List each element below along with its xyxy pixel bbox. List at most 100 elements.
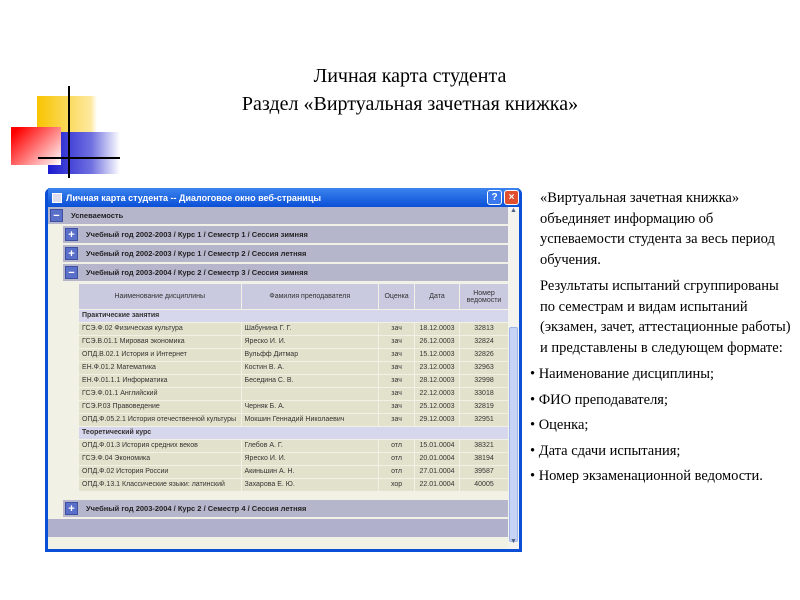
teacher-cell: Захарова Е. Ю. xyxy=(240,478,380,492)
grade-cell: хор xyxy=(378,478,416,492)
date-cell: 15.01.0004 xyxy=(414,439,461,453)
teacher-cell: Мокшин Геннадий Николаевич xyxy=(240,413,380,427)
grade-cell: зач xyxy=(378,335,416,349)
table-row[interactable]: ЕН.Ф.01.1.1 Информатика Беседина С. В. зач… xyxy=(78,374,509,388)
teacher-cell: Яреско И. И. xyxy=(240,452,380,466)
table-row[interactable]: ОПД.Ф.02 История России Акиньшин А. Н. отл… xyxy=(78,465,509,479)
grade-cell: зач xyxy=(378,387,416,401)
group-label: Теоретический курс xyxy=(78,426,509,440)
date-cell: 26.12.0003 xyxy=(414,335,461,349)
description: «Виртуальная зачетная книжка» объединяет… xyxy=(539,188,795,492)
format-item: Наименование дисциплины; xyxy=(530,364,795,385)
sheet-number-cell: 32963 xyxy=(459,361,509,375)
discipline-cell: ГСЭ.Ф.01.1 Английский xyxy=(78,387,242,401)
collapse-icon[interactable]: − xyxy=(65,266,78,279)
scrollbar[interactable]: ▲ ▼ xyxy=(508,207,519,549)
expand-icon[interactable]: + xyxy=(65,228,78,241)
date-cell: 29.12.0003 xyxy=(414,413,461,427)
teacher-cell: Беседина С. В. xyxy=(240,374,380,388)
title-line-2: Раздел «Виртуальная зачетная книжка» xyxy=(241,93,579,115)
table-row[interactable]: ГСЭ.Ф.02 Физическая культура Шабунина Г. … xyxy=(78,322,509,336)
window-title: Личная карта студента -- Диалоговое окно… xyxy=(66,192,322,203)
section-performance[interactable]: − Успеваемость xyxy=(48,207,508,224)
semester-row[interactable]: + Учебный год 2002-2003 / Курс 1 / Семест… xyxy=(63,226,508,243)
date-cell: 27.01.0004 xyxy=(414,465,461,479)
table-row[interactable]: ГСЭ.Р.03 Правоведение Черняк Б. А. зач 25.1… xyxy=(78,400,509,414)
discipline-cell: ОПД.Ф.05.2.1 История отечественной культ… xyxy=(78,413,242,427)
discipline-cell: ЕН.Ф.01.2 Математика xyxy=(78,361,242,375)
grade-cell: зач xyxy=(378,413,416,427)
slide-title: Личная карта студента Раздел «Виртуальна… xyxy=(150,62,670,118)
semester-row[interactable]: + Учебный год 2003-2004 / Курс 2 / Семест… xyxy=(63,500,508,517)
grades-table: Наименование дисциплины Фамилия преподав… xyxy=(78,283,509,492)
sheet-number-cell: 32998 xyxy=(459,374,509,388)
expand-icon[interactable]: + xyxy=(65,502,78,515)
sheet-number-cell: 39587 xyxy=(459,465,509,479)
teacher-cell: Яреско И. И. xyxy=(240,335,380,349)
date-cell: 18.12.0003 xyxy=(414,322,461,336)
discipline-cell: ОПД.Ф.01.3 История средних веков xyxy=(78,439,242,453)
sheet-number-cell: 38194 xyxy=(459,452,509,466)
help-button[interactable]: ? xyxy=(487,190,502,205)
teacher-cell xyxy=(240,387,380,401)
teacher-cell: Шабунина Г. Г. xyxy=(240,322,380,336)
grade-cell: зач xyxy=(378,348,416,362)
date-cell: 22.12.0003 xyxy=(414,387,461,401)
semester-row[interactable]: − Учебный год 2003-2004 / Курс 2 / Семест… xyxy=(63,264,508,281)
decorative-logo xyxy=(0,80,120,180)
date-cell: 20.01.0004 xyxy=(414,452,461,466)
sheet-number-cell: 40005 xyxy=(459,478,509,492)
title-line-1: Личная карта студента xyxy=(313,65,507,87)
grade-cell: отл xyxy=(378,452,416,466)
table-row[interactable]: ОПД.В.02.1 История и Интернет Вульфф Дитм… xyxy=(78,348,509,362)
table-row[interactable]: ГСЭ.Ф.04 Экономика Яреско И. И. отл 20.01.0… xyxy=(78,452,509,466)
scroll-thumb[interactable] xyxy=(509,327,518,542)
teacher-cell: Акиньшин А. Н. xyxy=(240,465,380,479)
sheet-number-cell: 33018 xyxy=(459,387,509,401)
expand-icon[interactable]: + xyxy=(65,247,78,260)
col-discipline: Наименование дисциплины xyxy=(78,283,242,310)
semester-label: Учебный год 2003-2004 / Курс 2 / Семестр… xyxy=(86,504,307,513)
table-row[interactable]: ГСЭ.Ф.01.1 Английский зач 22.12.0003 33018 xyxy=(78,387,509,401)
format-list: Наименование дисциплины; ФИО преподавате… xyxy=(530,364,795,487)
date-cell: 28.12.0003 xyxy=(414,374,461,388)
date-cell: 22.01.0004 xyxy=(414,478,461,492)
scroll-up-icon[interactable]: ▲ xyxy=(508,207,519,218)
semester-label: Учебный год 2002-2003 / Курс 1 / Семестр… xyxy=(86,249,307,258)
discipline-cell: ОПД.Ф.02 История России xyxy=(78,465,242,479)
table-row[interactable]: ОПД.Ф.13.1 Классические языки: латинский… xyxy=(78,478,509,492)
discipline-cell: ЕН.Ф.01.1.1 Информатика xyxy=(78,374,242,388)
table-row[interactable]: ГСЭ.В.01.1 Мировая экономика Яреско И. И.… xyxy=(78,335,509,349)
semester-label: Учебный год 2002-2003 / Курс 1 / Семестр… xyxy=(86,230,308,239)
teacher-cell: Вульфф Дитмар xyxy=(240,348,380,362)
close-button[interactable]: × xyxy=(504,190,519,205)
table-row[interactable]: ОПД.Ф.05.2.1 История отечественной культ… xyxy=(78,413,509,427)
scroll-down-icon[interactable]: ▼ xyxy=(508,538,519,549)
teacher-cell: Глебов А. Г. xyxy=(240,439,380,453)
format-item: Дата сдачи испытания; xyxy=(530,441,795,462)
table-row[interactable]: ЕН.Ф.01.2 Математика Костин В. А. зач 23.12… xyxy=(78,361,509,375)
discipline-cell: ГСЭ.Р.03 Правоведение xyxy=(78,400,242,414)
format-item: Оценка; xyxy=(530,415,795,436)
sheet-number-cell: 32824 xyxy=(459,335,509,349)
section-label: Успеваемость xyxy=(71,211,124,220)
grade-cell: зач xyxy=(378,374,416,388)
grade-cell: отл xyxy=(378,465,416,479)
group-row: Теоретический курс xyxy=(78,426,509,440)
grade-cell: зач xyxy=(378,361,416,375)
date-cell: 25.12.0003 xyxy=(414,400,461,414)
format-item: ФИО преподавателя; xyxy=(530,390,795,411)
group-row: Практические занятия xyxy=(78,309,509,323)
teacher-cell: Костин В. А. xyxy=(240,361,380,375)
table-row[interactable]: ОПД.Ф.01.3 История средних веков Глебов А… xyxy=(78,439,509,453)
sheet-number-cell: 32819 xyxy=(459,400,509,414)
title-bar[interactable]: Личная карта студента -- Диалоговое окно… xyxy=(48,188,519,207)
collapse-icon[interactable]: − xyxy=(50,209,63,222)
col-date: Дата xyxy=(414,283,461,310)
semester-row[interactable]: + Учебный год 2002-2003 / Курс 1 / Семест… xyxy=(63,245,508,262)
semester-label: Учебный год 2003-2004 / Курс 2 / Семестр… xyxy=(86,268,308,277)
discipline-cell: ГСЭ.Ф.02 Физическая культура xyxy=(78,322,242,336)
grade-cell: отл xyxy=(378,439,416,453)
teacher-cell: Черняк Б. А. xyxy=(240,400,380,414)
grade-cell: зач xyxy=(378,400,416,414)
